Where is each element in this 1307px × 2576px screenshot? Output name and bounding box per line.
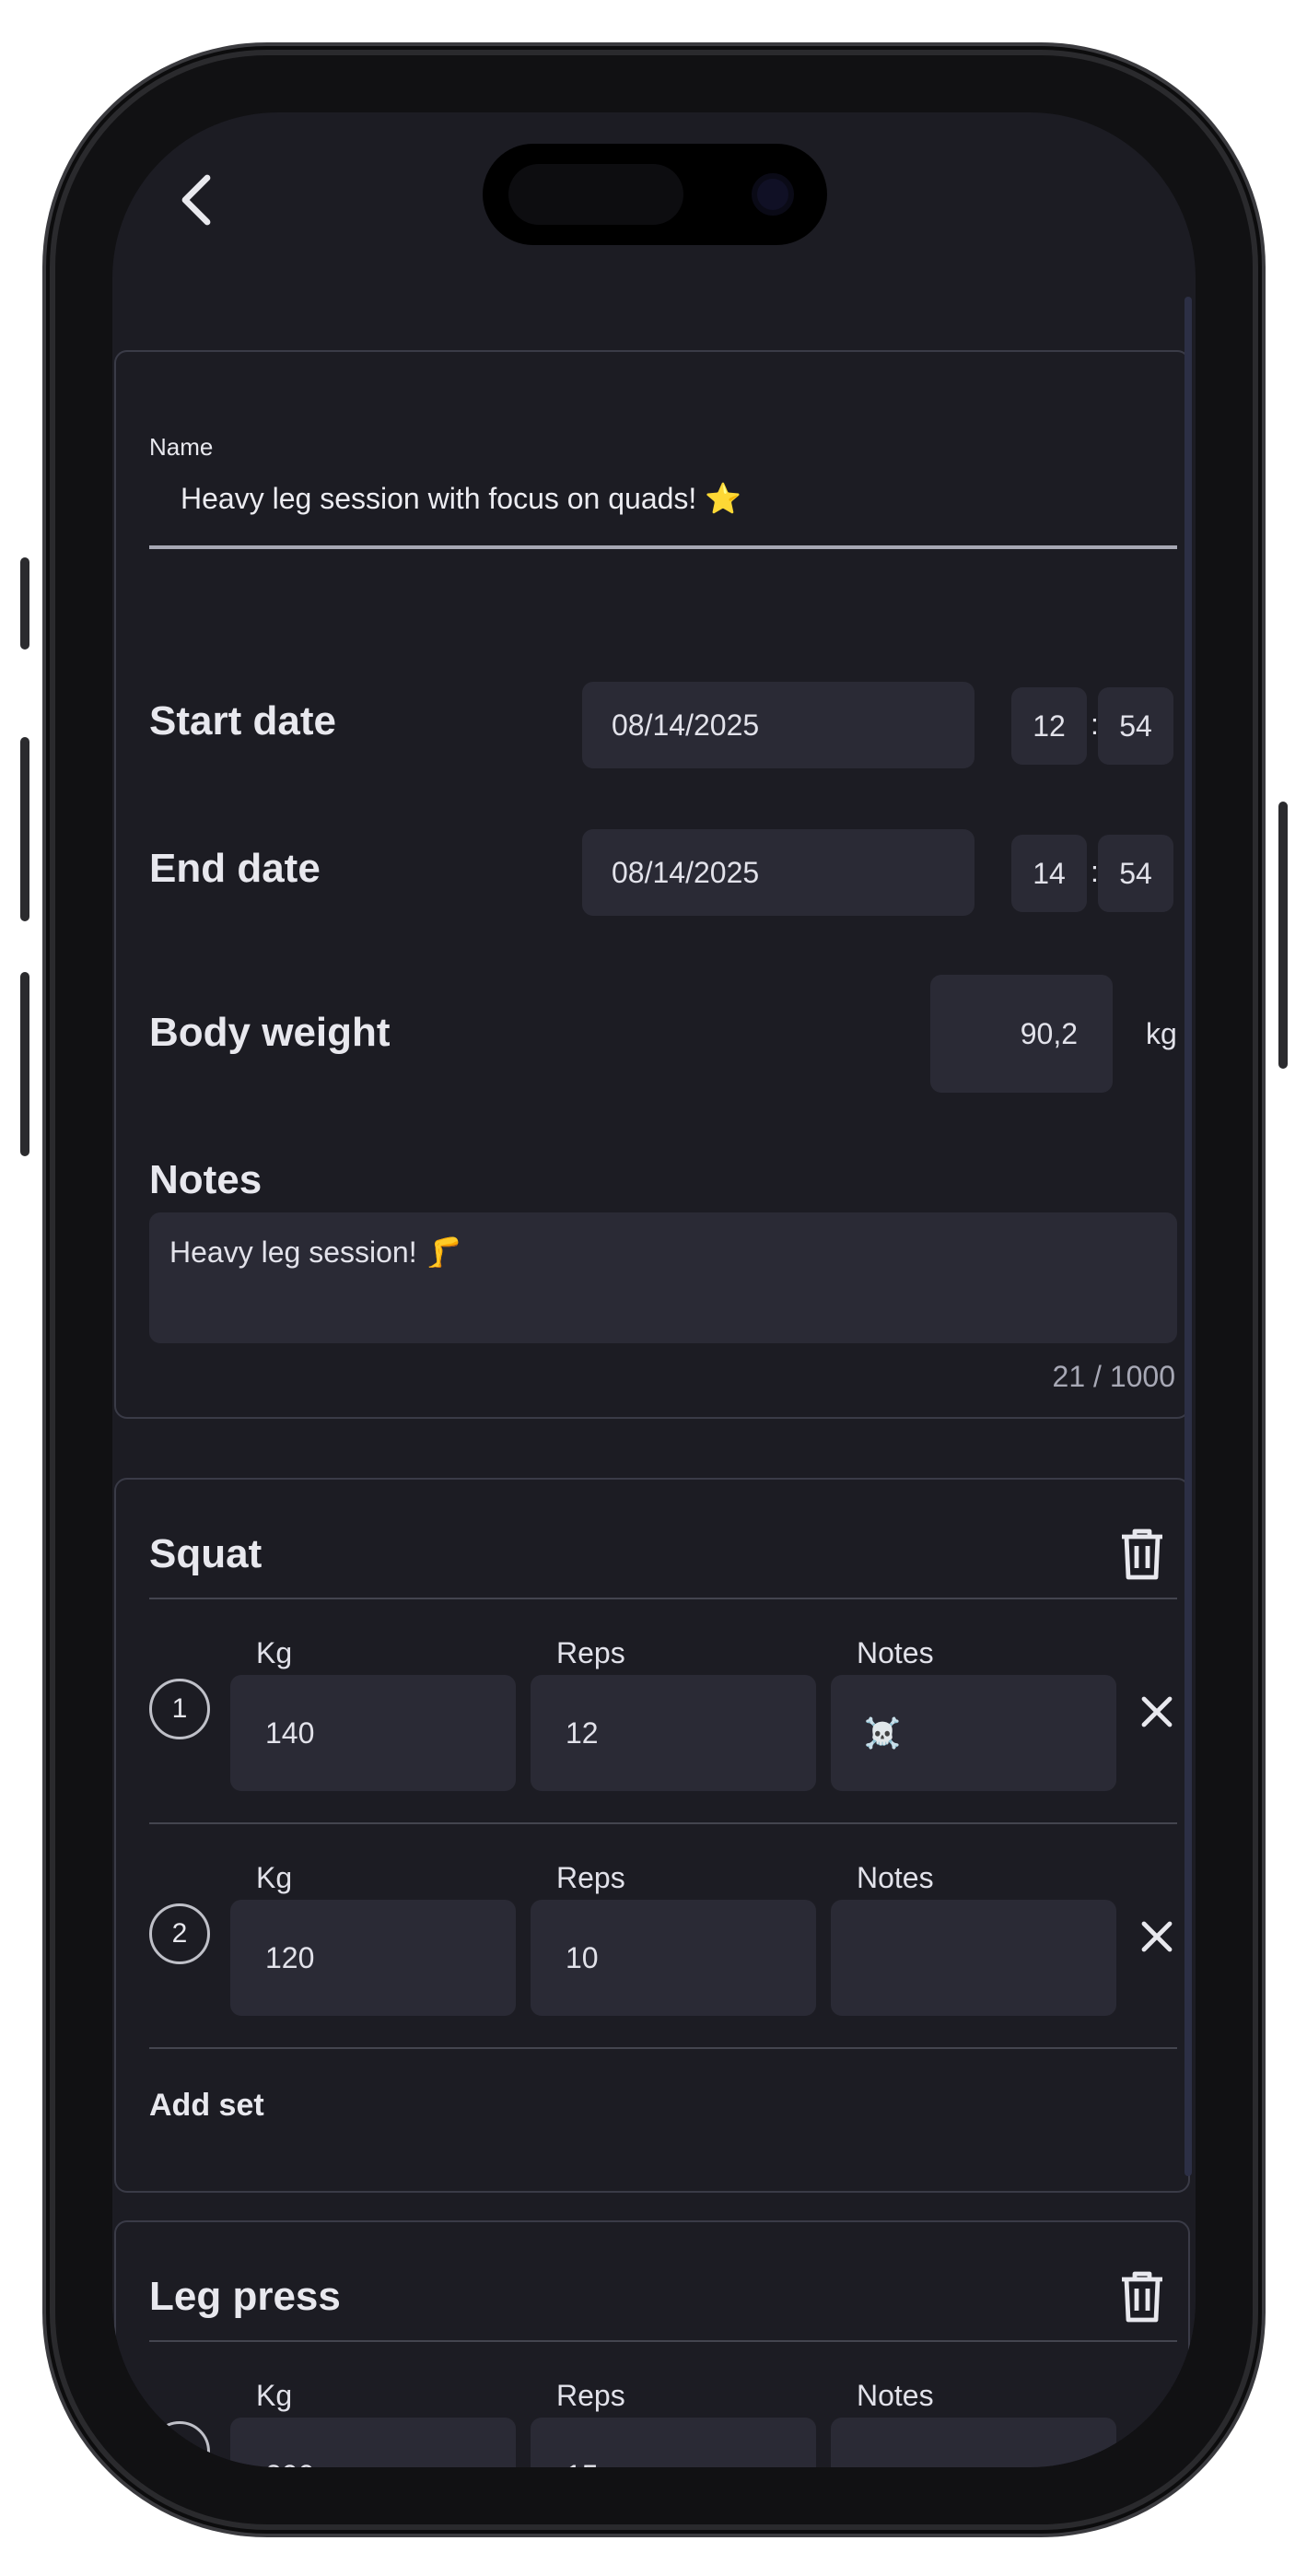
- exercise-card: Leg press Kg Reps Notes 1 200 15: [114, 2220, 1190, 2467]
- name-input[interactable]: Heavy leg session with focus on quads! ⭐: [181, 481, 741, 516]
- start-hour-value: 12: [1033, 708, 1066, 743]
- close-icon[interactable]: [1138, 1918, 1175, 1955]
- end-date-value: 08/14/2025: [612, 855, 760, 889]
- front-camera: [752, 173, 794, 216]
- volume-down-button: [20, 972, 29, 1156]
- set-number-value: 1: [171, 2436, 188, 2466]
- reps-input[interactable]: 12: [531, 1675, 816, 1791]
- reps-value: 10: [566, 1940, 599, 1974]
- set-divider: [149, 2047, 1177, 2049]
- end-hour-value: 14: [1033, 856, 1066, 890]
- volume-up-button: [20, 737, 29, 921]
- kg-input[interactable]: 120: [230, 1900, 516, 2016]
- exercise-title: Squat: [149, 1531, 263, 1576]
- trash-icon[interactable]: [1118, 2270, 1166, 2324]
- reps-column-label: Reps: [556, 1861, 625, 1894]
- name-underline: [149, 545, 1177, 549]
- dynamic-island: [483, 144, 827, 245]
- end-date-label: End date: [149, 846, 321, 891]
- chevron-left-icon: [181, 174, 211, 226]
- exercise-title: Leg press: [149, 2274, 341, 2319]
- phone-frame: Name Heavy leg session with focus on qua…: [20, 55, 1288, 2524]
- close-icon[interactable]: [1138, 1693, 1175, 1730]
- notes-char-counter: 21 / 1000: [1052, 1360, 1175, 1393]
- notes-textarea[interactable]: Heavy leg session! 🦵: [149, 1212, 1177, 1343]
- notes-value: Heavy leg session! 🦵: [169, 1235, 462, 1269]
- end-minute-value: 54: [1119, 856, 1152, 890]
- set-notes-value: ☠️: [864, 1716, 901, 1750]
- start-date-value: 08/14/2025: [612, 708, 760, 742]
- set-number: 1: [149, 2421, 210, 2467]
- set-notes-input[interactable]: [831, 1900, 1116, 2016]
- set-divider: [149, 1822, 1177, 1824]
- name-label: Name: [149, 433, 214, 461]
- body-weight-input[interactable]: 90,2: [930, 975, 1113, 1093]
- body-weight-value: 90,2: [1020, 1016, 1078, 1050]
- notes-label: Notes: [149, 1157, 263, 1202]
- body-weight-unit: kg: [1146, 1017, 1177, 1050]
- back-button[interactable]: [164, 168, 228, 232]
- exercise-header-divider: [149, 2340, 1177, 2342]
- reps-column-label: Reps: [556, 2379, 625, 2412]
- kg-input[interactable]: 200: [230, 2418, 516, 2467]
- set-number: 1: [149, 1679, 210, 1739]
- kg-column-label: Kg: [256, 1636, 293, 1669]
- exercise-card: Squat Kg Reps Notes 1 140 12 ☠️ Kg Reps …: [114, 1478, 1190, 2193]
- start-date-input[interactable]: 08/14/2025: [582, 682, 974, 768]
- island-sensor: [508, 164, 683, 225]
- trash-icon[interactable]: [1118, 1528, 1166, 1581]
- reps-input[interactable]: 15: [531, 2418, 816, 2467]
- start-date-label: Start date: [149, 698, 336, 744]
- power-button: [1278, 802, 1288, 1069]
- app-screen: Name Heavy leg session with focus on qua…: [112, 112, 1196, 2467]
- kg-column-label: Kg: [256, 1861, 293, 1894]
- set-number-value: 2: [171, 1918, 188, 1949]
- set-notes-input[interactable]: [831, 2418, 1116, 2467]
- set-notes-input[interactable]: ☠️: [831, 1675, 1116, 1791]
- exercise-header-divider: [149, 1598, 1177, 1599]
- reps-input[interactable]: 10: [531, 1900, 816, 2016]
- reps-column-label: Reps: [556, 1636, 625, 1669]
- start-hour-input[interactable]: 12: [1011, 687, 1087, 765]
- close-icon[interactable]: [1138, 2436, 1175, 2467]
- body-weight-label: Body weight: [149, 1010, 391, 1055]
- notes-column-label: Notes: [857, 2379, 934, 2412]
- scrollbar[interactable]: [1184, 297, 1192, 2176]
- workout-details-card: Name Heavy leg session with focus on qua…: [114, 350, 1190, 1419]
- add-set-button[interactable]: Add set: [149, 2088, 264, 2124]
- end-hour-input[interactable]: 14: [1011, 835, 1087, 912]
- kg-value: 120: [265, 1940, 315, 1974]
- reps-value: 12: [566, 1715, 599, 1750]
- set-number-value: 1: [171, 1693, 188, 1724]
- kg-value: 200: [265, 2459, 314, 2468]
- set-number: 2: [149, 1903, 210, 1964]
- start-minute-input[interactable]: 54: [1098, 687, 1173, 765]
- end-minute-input[interactable]: 54: [1098, 835, 1173, 912]
- start-minute-value: 54: [1119, 708, 1152, 743]
- end-date-input[interactable]: 08/14/2025: [582, 829, 974, 916]
- kg-input[interactable]: 140: [230, 1675, 516, 1791]
- notes-column-label: Notes: [857, 1861, 934, 1894]
- kg-value: 140: [265, 1715, 315, 1750]
- action-button: [20, 557, 29, 650]
- reps-value: 15: [566, 2459, 599, 2468]
- kg-column-label: Kg: [256, 2379, 293, 2412]
- notes-column-label: Notes: [857, 1636, 934, 1669]
